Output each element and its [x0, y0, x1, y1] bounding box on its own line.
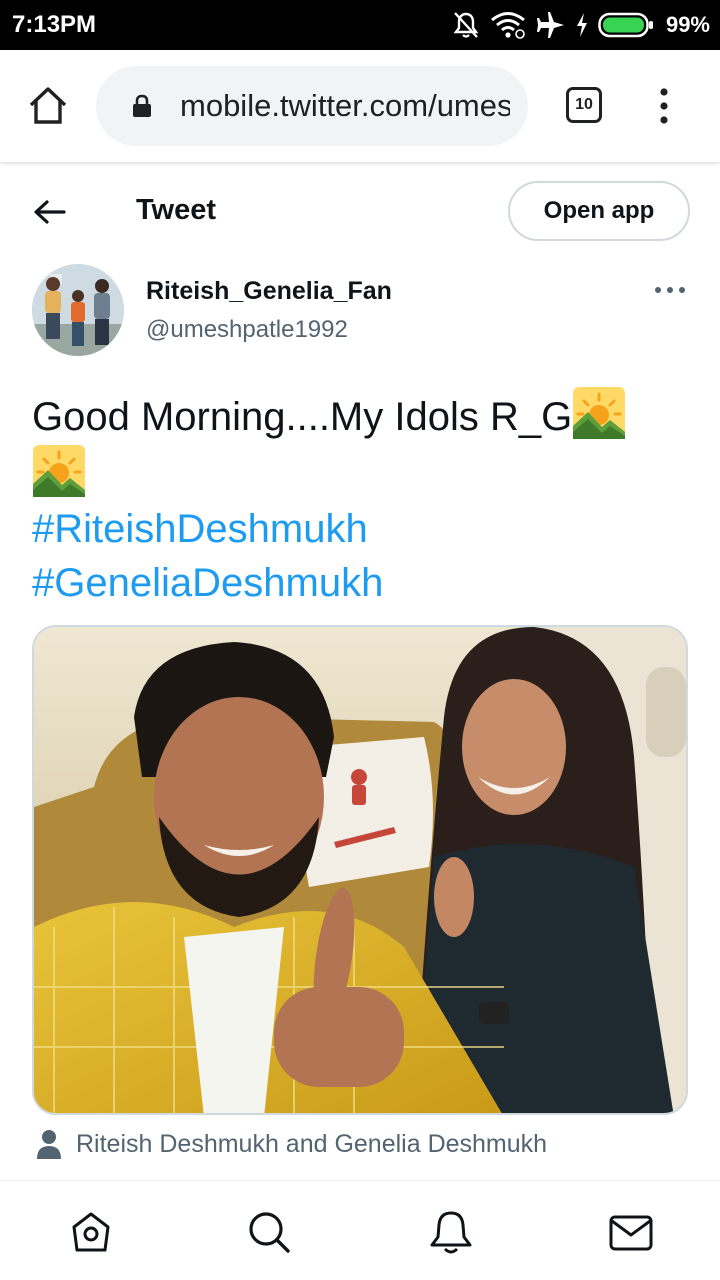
search-icon[interactable] — [246, 1209, 292, 1255]
wifi-icon — [491, 12, 525, 39]
tab-switcher-button[interactable]: 10 — [566, 87, 602, 123]
user-handle[interactable]: @umeshpatle1992 — [146, 316, 348, 344]
avatar[interactable] — [32, 264, 124, 356]
hashtag-link[interactable]: #GeneliaDeshmukh — [32, 556, 692, 610]
battery-percent: 99% — [665, 12, 710, 37]
page-title: Tweet — [136, 194, 217, 226]
tweet-photo[interactable] — [32, 625, 688, 1115]
sunrise-emoji-icon — [573, 387, 626, 439]
battery-icon — [598, 12, 653, 38]
open-app-button[interactable]: Open app — [508, 181, 690, 241]
airplane-icon — [536, 12, 564, 38]
address-bar[interactable]: mobile.twitter.com/umeshpatle1992 — [96, 66, 528, 146]
home-icon[interactable] — [26, 84, 70, 128]
person-icon — [37, 1130, 61, 1159]
tagged-people[interactable]: Riteish Deshmukh and Genelia Deshmukh — [36, 1126, 547, 1162]
url-text: mobile.twitter.com/umeshpatle1992 — [180, 88, 510, 123]
tweet-header: Tweet Open app — [0, 172, 720, 252]
messages-envelope-icon[interactable] — [608, 1209, 654, 1255]
tagged-names: Riteish Deshmukh and Genelia Deshmukh — [76, 1129, 548, 1158]
home-icon[interactable] — [68, 1209, 114, 1255]
status-bar: 7:13PM 99% — [0, 0, 720, 50]
tweet-text: Good Morning....My Idols R_G #RiteishDes… — [32, 386, 692, 610]
mute-icon — [453, 12, 479, 38]
more-options-icon[interactable] — [652, 280, 688, 300]
charging-icon — [576, 13, 587, 37]
menu-icon[interactable] — [652, 86, 676, 126]
notifications-bell-icon[interactable] — [428, 1209, 474, 1255]
status-time: 7:13PM — [12, 11, 97, 38]
sunrise-emoji-icon — [33, 445, 85, 497]
hashtag-link[interactable]: #RiteishDeshmukh — [32, 502, 692, 556]
back-arrow-icon[interactable] — [30, 194, 70, 230]
status-icons: 99% — [452, 9, 710, 41]
lock-icon — [133, 94, 151, 117]
bottom-navigation — [0, 1180, 720, 1280]
tweet-body: Good Morning....My Idols R_G — [32, 395, 573, 439]
browser-toolbar: mobile.twitter.com/umeshpatle1992 10 — [0, 50, 720, 162]
display-name[interactable]: Riteish_Genelia_Fan — [146, 277, 392, 306]
